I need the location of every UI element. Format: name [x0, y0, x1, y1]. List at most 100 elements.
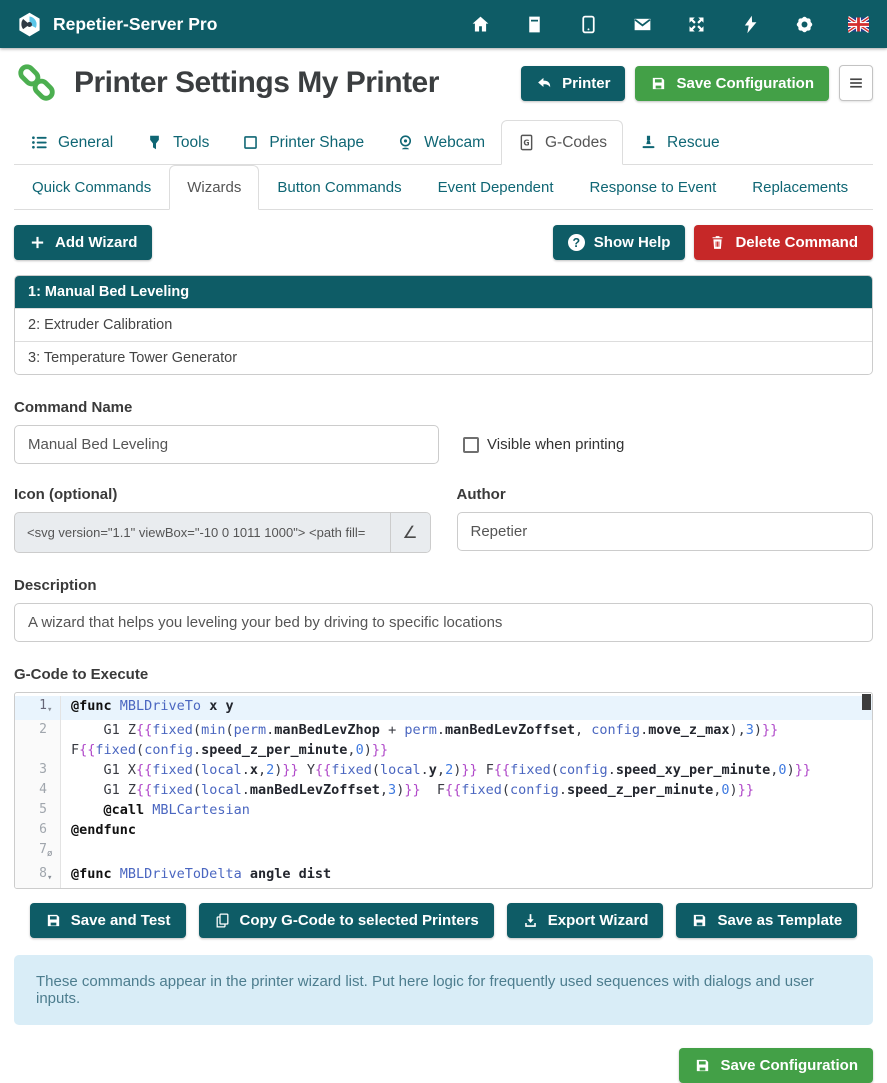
- subtab-response-to-event[interactable]: Response to Event: [572, 165, 735, 210]
- tab-rescue[interactable]: Rescue: [623, 120, 736, 165]
- author-input[interactable]: [457, 512, 874, 551]
- tab-general[interactable]: General: [14, 120, 129, 165]
- flag-icon[interactable]: [848, 14, 869, 35]
- code-text[interactable]: @endfunc: [61, 820, 872, 840]
- line-number-gutter: 7ø: [15, 840, 61, 864]
- line-number: 3: [39, 760, 47, 780]
- code-text[interactable]: @func MBLDriveTo x y: [61, 696, 872, 720]
- line-number-gutter[interactable]: 1▾: [15, 696, 61, 720]
- tab-label: G-Codes: [545, 134, 607, 152]
- code-line: 4 G1 Z{{fixed(local.manBedLevZoffset,3)}…: [15, 780, 872, 800]
- wizard-toolbar: Add Wizard ? Show Help Delete Command: [14, 225, 873, 260]
- icon-field: <svg version="1.1" viewBox="-10 0 1011 1…: [14, 512, 431, 553]
- tab-webcam[interactable]: Webcam: [380, 120, 501, 165]
- line-number: 2: [39, 720, 47, 740]
- icon-label: Icon (optional): [14, 486, 431, 503]
- settings-tabbar: General Tools Printer Shape Webcam G G-Codes R…: [14, 120, 873, 165]
- gcode-subtabbar: Quick CommandsWizardsButton CommandsEven…: [14, 165, 873, 210]
- save-configuration-button-bottom[interactable]: Save Configuration: [679, 1048, 873, 1083]
- line-number: 5: [39, 800, 47, 820]
- command-name-label: Command Name: [14, 399, 873, 416]
- code-text[interactable]: [61, 840, 872, 864]
- code-text[interactable]: G1 Z{{fixed(min(perm.manBedLevZhop + per…: [61, 720, 872, 760]
- visible-when-printing-checkbox[interactable]: [463, 437, 479, 453]
- wizard-list-item[interactable]: 2: Extruder Calibration: [15, 309, 872, 342]
- line-number: 1: [39, 696, 47, 716]
- code-text[interactable]: G1 Z{{fixed(min(perm.manBedLevZhop + per…: [61, 888, 872, 889]
- expand-icon[interactable]: [686, 14, 707, 35]
- gcode-editor[interactable]: 1▾@func MBLDriveTo x y2 G1 Z{{fixed(min(…: [14, 692, 873, 889]
- visible-when-printing-option[interactable]: Visible when printing: [463, 436, 624, 453]
- show-help-button[interactable]: ? Show Help: [553, 225, 686, 260]
- rescue-icon: [639, 133, 658, 152]
- tab-g-codes[interactable]: G G-Codes: [501, 120, 623, 165]
- subtab-event-dependent[interactable]: Event Dependent: [420, 165, 572, 210]
- wizard-list-item[interactable]: 3: Temperature Tower Generator: [15, 342, 872, 374]
- wizard-list: 1: Manual Bed Leveling2: Extruder Calibr…: [14, 275, 873, 375]
- code-text[interactable]: G1 X{{fixed(local.x,2)}} Y{{fixed(local.…: [61, 760, 872, 780]
- empty-line-marker: ø: [47, 840, 60, 864]
- line-number: 4: [39, 780, 47, 800]
- wizard-list-item[interactable]: 1: Manual Bed Leveling: [15, 276, 872, 309]
- home-icon[interactable]: [470, 14, 491, 35]
- code-line: 3 G1 X{{fixed(local.x,2)}} Y{{fixed(loca…: [15, 760, 872, 780]
- mail-icon[interactable]: [632, 14, 653, 35]
- code-text[interactable]: @func MBLDriveToDelta angle dist: [61, 864, 872, 888]
- save-icon: [691, 912, 708, 929]
- repetier-logo-icon: [16, 11, 43, 38]
- tab-printer-shape[interactable]: Printer Shape: [225, 120, 380, 165]
- webcam-icon: [396, 133, 415, 152]
- save-and-test-button[interactable]: Save and Test: [30, 903, 186, 938]
- subtab-wizards[interactable]: Wizards: [169, 165, 259, 210]
- brand-title: Repetier-Server Pro: [53, 14, 217, 35]
- tab-label: Printer Shape: [269, 134, 364, 152]
- gcode-label: G-Code to Execute: [14, 666, 873, 683]
- button-label: Save and Test: [71, 912, 171, 929]
- command-name-input[interactable]: [14, 425, 439, 464]
- line-number: 6: [39, 820, 47, 840]
- svg-text:G: G: [523, 139, 529, 148]
- line-number: 7: [39, 840, 47, 860]
- editor-scrollbar[interactable]: [862, 694, 871, 710]
- line-number-gutter[interactable]: 8▾: [15, 864, 61, 888]
- back-arrow-icon: [536, 75, 553, 92]
- description-input[interactable]: [14, 603, 873, 642]
- export-wizard-button[interactable]: Export Wizard: [507, 903, 664, 938]
- line-number-gutter: 4: [15, 780, 61, 800]
- app-brand: Repetier-Server Pro: [16, 11, 217, 38]
- tab-tools[interactable]: Tools: [129, 120, 225, 165]
- tab-label: Webcam: [424, 134, 485, 152]
- page-header: Printer Settings My Printer Printer Save…: [0, 48, 887, 116]
- menu-button[interactable]: [839, 65, 873, 101]
- fold-arrow-icon[interactable]: ▾: [47, 696, 60, 720]
- code-line: 7ø: [15, 840, 872, 864]
- add-wizard-button[interactable]: Add Wizard: [14, 225, 152, 260]
- code-line: 1▾@func MBLDriveTo x y: [15, 696, 872, 720]
- save-configuration-button-top[interactable]: Save Configuration: [635, 66, 829, 101]
- tablet-icon[interactable]: [578, 14, 599, 35]
- subtab-button-commands[interactable]: Button Commands: [259, 165, 419, 210]
- line-number: 9: [39, 888, 47, 889]
- navbar-icon-group: [470, 14, 871, 35]
- gear-icon[interactable]: [794, 14, 815, 35]
- copy-g-code-to-selected-printers-button[interactable]: Copy G-Code to selected Printers: [199, 903, 494, 938]
- printer-button[interactable]: Printer: [521, 66, 625, 101]
- printer-icon[interactable]: [524, 14, 545, 35]
- top-navbar: Repetier-Server Pro: [0, 0, 887, 48]
- code-text[interactable]: @call MBLCartesian: [61, 800, 872, 820]
- button-label: Export Wizard: [548, 912, 649, 929]
- line-number: 8: [39, 864, 47, 884]
- page-title: Printer Settings My Printer: [74, 66, 439, 100]
- fold-arrow-icon[interactable]: ▾: [47, 864, 60, 888]
- author-label: Author: [457, 486, 874, 503]
- subtab-quick-commands[interactable]: Quick Commands: [14, 165, 169, 210]
- icon-preview-button[interactable]: ∠: [390, 513, 430, 552]
- delete-command-button[interactable]: Delete Command: [694, 225, 873, 260]
- bolt-icon[interactable]: [740, 14, 761, 35]
- tab-label: Tools: [173, 134, 209, 152]
- subtab-replacements[interactable]: Replacements: [734, 165, 866, 210]
- code-text[interactable]: G1 Z{{fixed(local.manBedLevZoffset,3)}} …: [61, 780, 872, 800]
- save-as-template-button[interactable]: Save as Template: [676, 903, 857, 938]
- button-label: Copy G-Code to selected Printers: [240, 912, 479, 929]
- code-line: 5 @call MBLCartesian: [15, 800, 872, 820]
